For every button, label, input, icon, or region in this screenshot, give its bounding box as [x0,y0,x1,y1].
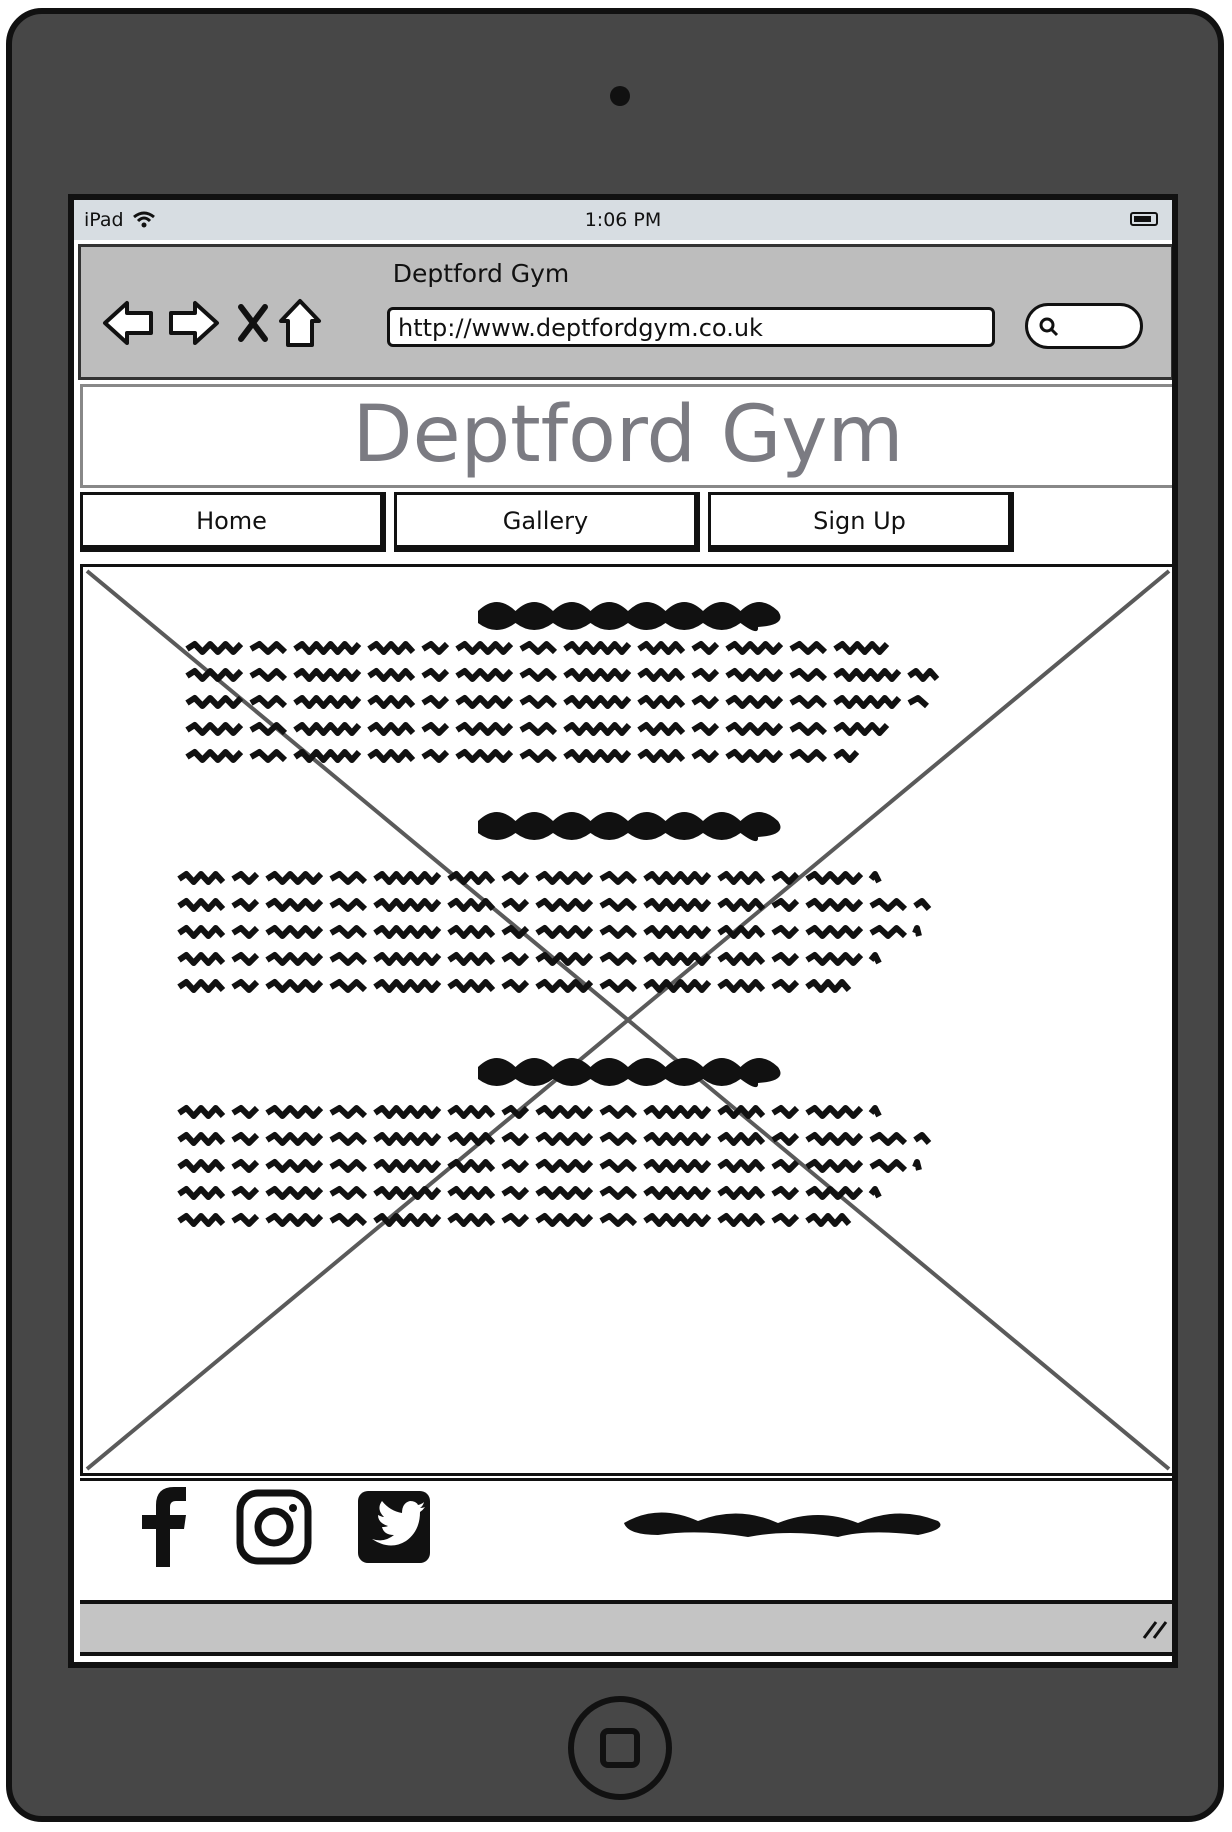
scribbled-text-line [177,979,852,993]
scribbled-text-line [185,749,860,763]
main-content [80,564,1172,1476]
nav-home-button[interactable]: Home [80,492,386,552]
screen: iPad 1:06 PM Deptford Gym http://www.dep… [68,194,1178,1668]
url-field[interactable]: http://www.deptfordgym.co.uk [387,307,995,347]
back-arrow-icon[interactable] [101,297,157,349]
site-nav: Home Gallery Sign Up [80,492,1172,556]
scribbled-text-line [177,898,932,912]
scribbled-text-line [177,1159,922,1173]
footer-scribble-text [624,1512,941,1537]
battery-icon [1130,212,1158,226]
scribbled-text-line [177,952,882,966]
browser-window-title: Deptford Gym [392,259,570,288]
site-header: Deptford Gym [80,384,1172,488]
scribbled-text-line [185,695,929,709]
browser-search-field[interactable] [1025,303,1143,349]
browser-bottom-bar [80,1600,1172,1656]
tablet-frame: iPad 1:06 PM Deptford Gym http://www.dep… [6,8,1224,1822]
scribbled-text-line [185,722,890,736]
camera-icon [610,86,630,106]
facebook-icon[interactable] [138,1485,190,1567]
scribbled-text-line [185,668,940,682]
scribbled-text-line [177,1186,882,1200]
scribbled-content [177,602,940,1227]
scribbled-heading [478,1058,781,1088]
browser-toolbar: Deptford Gym http://www.deptfordgym.co.u… [78,244,1172,380]
site-title: Deptford Gym [352,390,904,480]
home-icon[interactable] [277,297,323,349]
instagram-icon[interactable] [236,1489,312,1565]
search-icon [1039,317,1059,337]
forward-arrow-icon[interactable] [165,297,221,349]
status-bar: iPad 1:06 PM [74,200,1172,240]
nav-gallery-button[interactable]: Gallery [394,492,700,552]
site-footer [80,1478,1172,1603]
scribbled-text-line [177,1213,852,1227]
resize-handle-icon[interactable] [1140,1618,1170,1640]
scribbled-text-line [177,925,922,939]
scribbled-text-line [177,1132,932,1146]
device-home-button[interactable] [568,1696,672,1800]
scribbled-text-line [177,1105,882,1119]
twitter-icon[interactable] [356,1489,432,1565]
status-time: 1:06 PM [584,209,662,231]
close-icon[interactable] [237,303,269,343]
scribbled-text-line [177,871,882,885]
scribbled-heading [478,812,781,842]
scribbled-text-line [185,641,890,655]
nav-signup-button[interactable]: Sign Up [708,492,1014,552]
scribbled-heading [478,602,781,632]
